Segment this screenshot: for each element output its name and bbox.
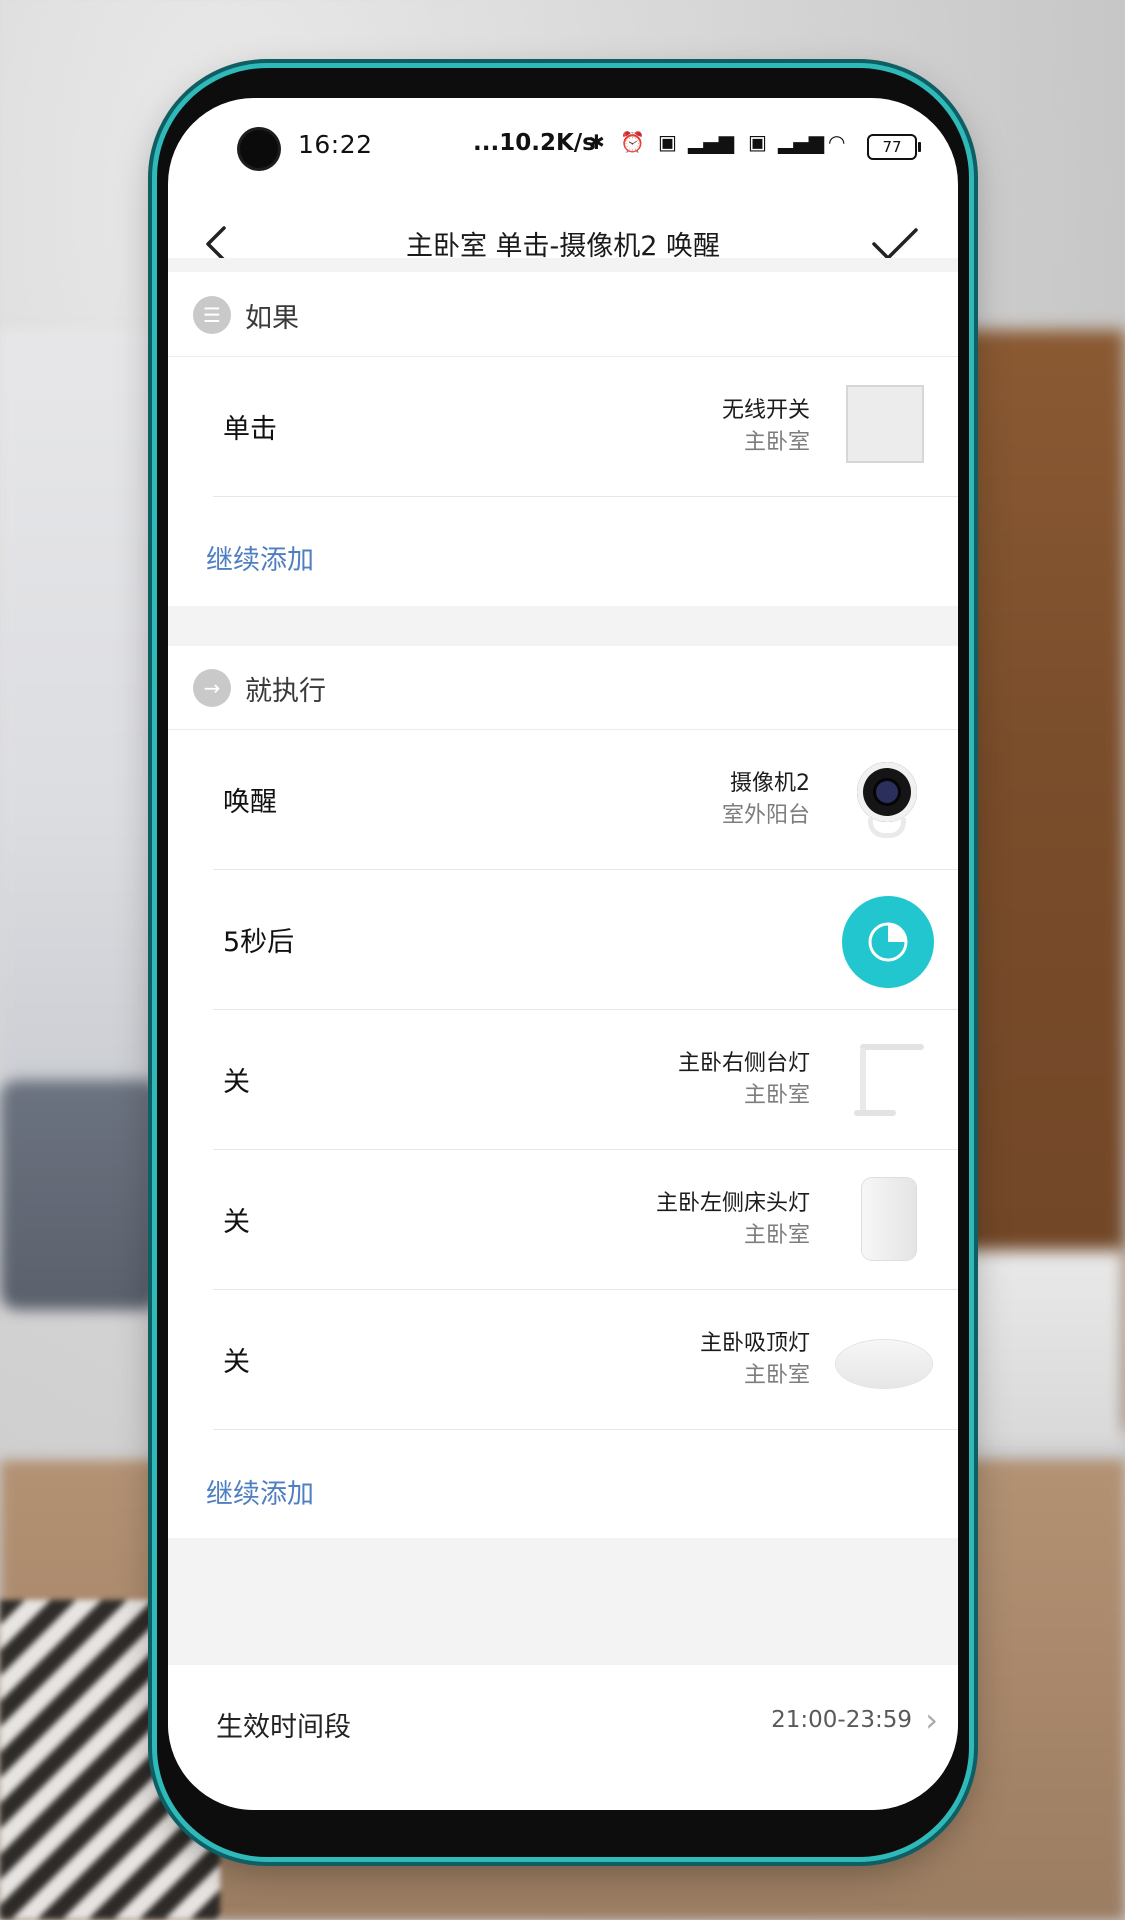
effective-time-value: 21:00-23:59 xyxy=(771,1707,912,1733)
background-wall xyxy=(0,330,170,1130)
spacer-area xyxy=(168,1538,958,1665)
device-room: 室外阳台 xyxy=(721,803,810,828)
action-device: 主卧右侧台灯 主卧室 xyxy=(678,1048,810,1112)
row-divider xyxy=(213,1429,958,1430)
device-name: 主卧吸顶灯 xyxy=(699,1331,810,1356)
action-label: 关 xyxy=(223,1207,250,1238)
chevron-right-icon: › xyxy=(925,1701,938,1739)
device-room: 主卧室 xyxy=(743,1083,810,1108)
delay-row[interactable]: 5秒后 xyxy=(168,870,958,1010)
condition-row[interactable]: 单击 无线开关 主卧室 xyxy=(168,357,958,497)
device-name: 主卧右侧台灯 xyxy=(677,1051,810,1076)
then-section-label: 就执行 xyxy=(245,676,326,707)
add-condition-link[interactable]: 继续添加 xyxy=(206,538,314,577)
row-divider xyxy=(213,496,958,497)
device-room: 主卧室 xyxy=(743,430,810,455)
if-section-header: ☰ 如果 xyxy=(168,272,958,357)
device-name: 主卧左侧床头灯 xyxy=(655,1191,810,1216)
effective-time-label: 生效时间段 xyxy=(216,1712,351,1743)
arrow-right-icon: → xyxy=(193,669,231,707)
device-room: 主卧室 xyxy=(743,1363,810,1388)
status-time: 16:22 xyxy=(298,130,373,159)
phone-screen: 16:22 ...10.2K/s ✱ ⏰ ▣ ▂▄▆ ▣ ▂▄▆ ◠ 77 主卧… xyxy=(168,98,958,1810)
background-cabinet xyxy=(960,1250,1125,1450)
signal-4g-icon: ▂▄▆ xyxy=(778,130,825,154)
add-action-link[interactable]: 继续添加 xyxy=(206,1472,314,1511)
desk-lamp-icon xyxy=(846,1038,928,1120)
section-divider xyxy=(168,606,958,646)
then-section-header: → 就执行 xyxy=(168,645,958,730)
hd-icon: ▣ xyxy=(748,130,767,154)
action-row[interactable]: 关 主卧右侧台灯 主卧室 xyxy=(168,1010,958,1150)
device-room: 主卧室 xyxy=(743,1223,810,1248)
signal-4g-icon: ▂▄▆ xyxy=(688,130,735,154)
background-wood-panel xyxy=(950,330,1125,1430)
alarm-icon: ⏰ xyxy=(620,130,645,154)
section-divider xyxy=(168,258,958,272)
device-name: 无线开关 xyxy=(721,398,810,423)
camera-icon xyxy=(846,758,928,840)
action-label: 关 xyxy=(223,1067,250,1098)
action-row[interactable]: 关 主卧左侧床头灯 主卧室 xyxy=(168,1150,958,1290)
condition-device: 无线开关 主卧室 xyxy=(722,395,810,459)
device-name: 摄像机2 xyxy=(730,771,810,796)
background-chair xyxy=(0,1080,160,1310)
action-device: 主卧吸顶灯 主卧室 xyxy=(700,1328,810,1392)
front-camera xyxy=(240,130,278,168)
action-device: 主卧左侧床头灯 主卧室 xyxy=(656,1188,810,1252)
network-speed: ...10.2K/s xyxy=(473,130,596,156)
action-device: 摄像机2 室外阳台 xyxy=(722,768,810,832)
action-label: 唤醒 xyxy=(223,787,277,818)
delay-label: 5秒后 xyxy=(223,927,295,958)
ceiling-light-icon xyxy=(836,1318,932,1400)
wireless-switch-icon xyxy=(846,385,928,467)
action-row[interactable]: 关 主卧吸顶灯 主卧室 xyxy=(168,1290,958,1430)
wifi-icon: ◠ xyxy=(828,130,846,154)
hd-icon: ▣ xyxy=(658,130,677,154)
effective-time-row[interactable]: 生效时间段 21:00-23:59 › xyxy=(168,1665,958,1810)
bluetooth-icon: ✱ xyxy=(588,130,605,154)
status-bar: 16:22 ...10.2K/s ✱ ⏰ ▣ ▂▄▆ ▣ ▂▄▆ ◠ 77 xyxy=(168,98,958,198)
bedside-lamp-icon xyxy=(846,1178,928,1260)
battery-icon: 77 xyxy=(867,134,921,160)
condition-action: 单击 xyxy=(223,414,277,445)
list-icon: ☰ xyxy=(193,296,231,334)
if-section-label: 如果 xyxy=(245,303,299,334)
timer-icon xyxy=(842,896,934,988)
action-label: 关 xyxy=(223,1347,250,1378)
action-row[interactable]: 唤醒 摄像机2 室外阳台 xyxy=(168,730,958,870)
